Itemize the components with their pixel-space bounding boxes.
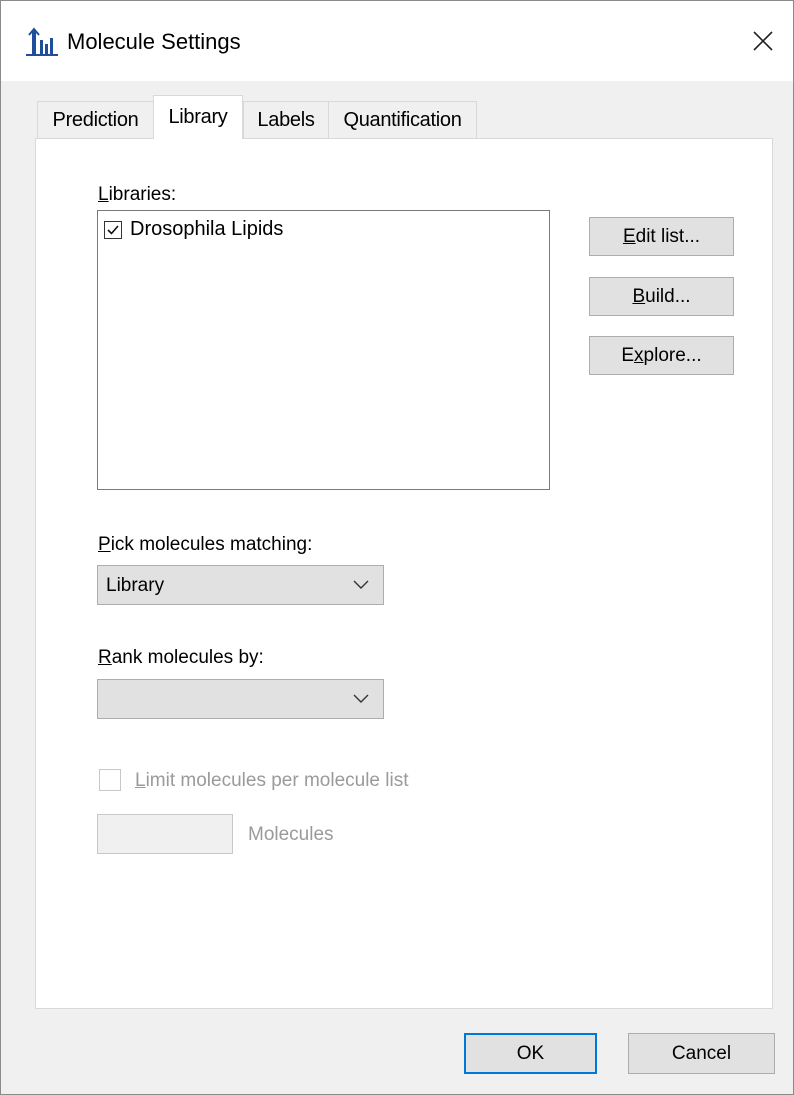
edit-list-button[interactable]: Edit list...: [589, 217, 734, 256]
pick-molecules-select[interactable]: Library: [97, 565, 384, 605]
pick-molecules-value: Library: [106, 575, 165, 596]
explore-button[interactable]: Ex plore...: [589, 336, 734, 375]
window-title: Molecule Settings: [67, 29, 241, 54]
limit-molecules-checkbox[interactable]: [99, 769, 121, 791]
pick-molecules-label: Pick molecules matching:: [98, 534, 313, 555]
cancel-button[interactable]: Cancel: [628, 1033, 775, 1074]
molecules-count-input[interactable]: [97, 814, 233, 854]
build-button[interactable]: Build...: [589, 277, 734, 316]
ok-button[interactable]: OK: [464, 1033, 597, 1074]
checkmark-icon: [107, 224, 119, 235]
close-icon: [753, 31, 773, 51]
tab-library[interactable]: Library: [153, 95, 243, 139]
library-name: Drosophila Lipids: [130, 218, 284, 240]
list-item[interactable]: Drosophila Lipids: [104, 218, 283, 241]
limit-molecules-label: Limit molecules per molecule list: [135, 770, 409, 791]
chevron-down-icon: [353, 694, 369, 703]
title-bar: Molecule Settings: [1, 1, 793, 81]
rank-molecules-select[interactable]: [97, 679, 384, 719]
libraries-label: Libraries:: [98, 184, 177, 205]
chevron-down-icon: [353, 580, 369, 589]
libraries-listbox[interactable]: Drosophila Lipids: [97, 210, 550, 490]
tab-prediction[interactable]: Prediction: [37, 101, 154, 139]
close-button[interactable]: [741, 17, 785, 65]
tab-labels[interactable]: Labels: [243, 101, 329, 139]
molecule-settings-dialog: Molecule Settings Prediction Library Lab…: [0, 0, 794, 1095]
rank-molecules-label: Rank molecules by:: [98, 647, 264, 668]
molecules-unit-label: Molecules: [248, 824, 334, 845]
peak-chart-icon: [25, 26, 59, 58]
library-checkbox[interactable]: [104, 220, 122, 239]
tab-quantification[interactable]: Quantification: [328, 101, 477, 139]
